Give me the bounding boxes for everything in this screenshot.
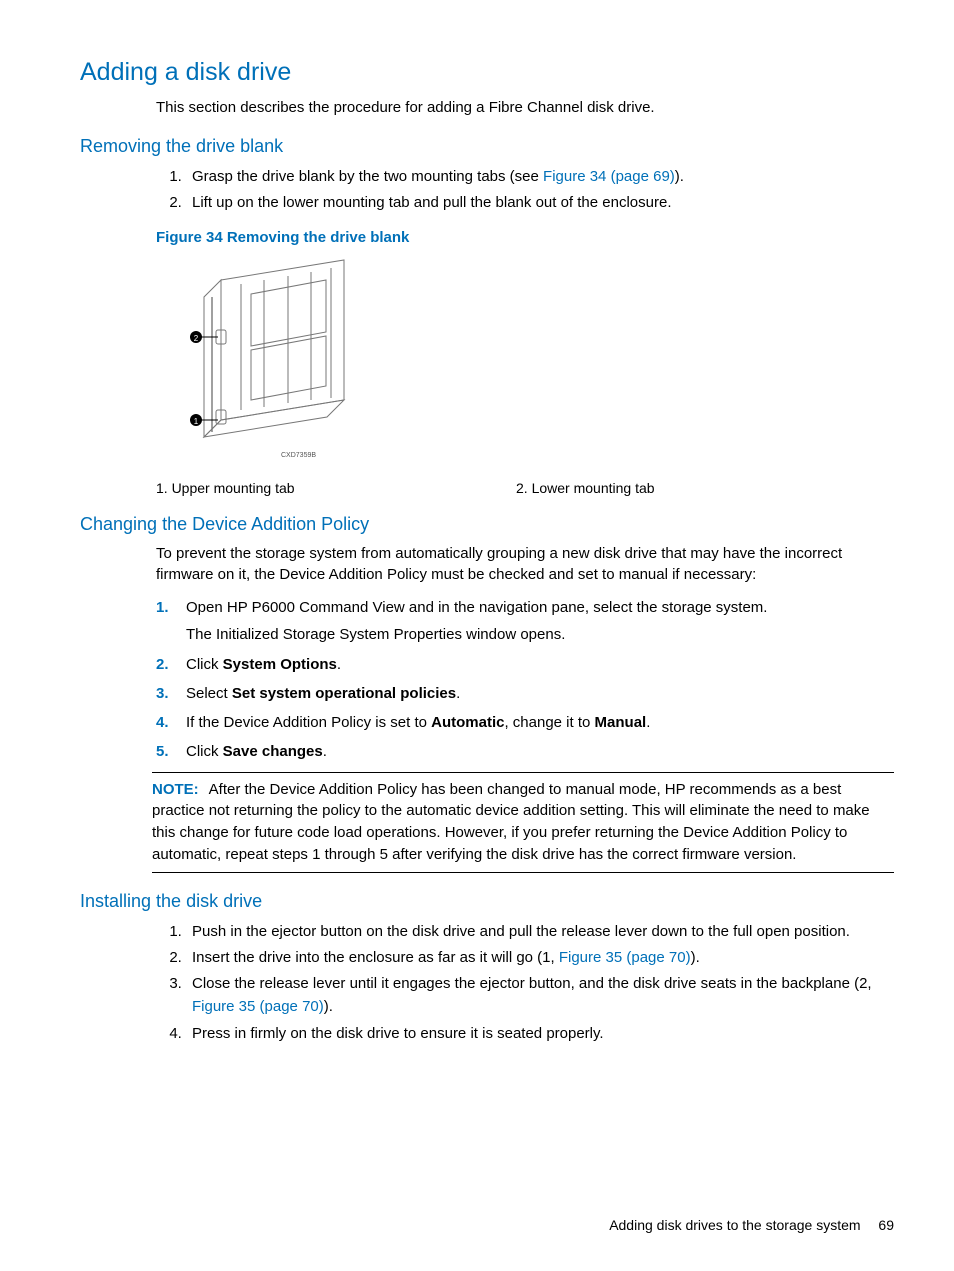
note-separator-top [152,772,894,773]
policy-step-3: Select Set system operational policies. [186,682,894,705]
note-body: After the Device Addition Policy has bee… [152,781,870,863]
footer-chapter-title: Adding disk drives to the storage system [609,1217,860,1233]
bold-term: Manual [595,714,647,731]
heading-removing-drive-blank: Removing the drive blank [80,136,894,157]
step-text: Grasp the drive blank by the two mountin… [192,168,543,185]
step-text-end: ). [675,168,684,185]
policy-step-4: If the Device Addition Policy is set to … [186,711,894,734]
heading-adding-disk-drive: Adding a disk drive [80,58,894,87]
step-text: Open HP P6000 Command View and in the na… [186,599,767,616]
note-label: NOTE: [152,781,199,798]
installing-step-2: Insert the drive into the enclosure as f… [186,946,894,969]
bold-term: System Options [223,656,337,673]
callout-1: 1. Upper mounting tab [156,480,516,496]
step-text-end: . [323,743,327,760]
figure-34: 2 1 CXD7359B [156,252,894,462]
bold-term: Automatic [431,714,504,731]
figure-35-link[interactable]: Figure 35 (page 70) [559,949,691,966]
step-subtext: The Initialized Storage System Propertie… [186,623,894,646]
callout-2: 2. Lower mounting tab [516,480,655,496]
heading-device-addition-policy: Changing the Device Addition Policy [80,514,894,535]
installing-step-3: Close the release lever until it engages… [186,972,894,1019]
removing-steps-list: Grasp the drive blank by the two mountin… [156,165,894,215]
figure-34-caption: Figure 34 Removing the drive blank [156,229,894,246]
step-text-end: ). [324,998,333,1015]
drive-blank-illustration: 2 1 CXD7359B [156,252,376,462]
figure-35-link[interactable]: Figure 35 (page 70) [192,998,324,1015]
figure-34-link[interactable]: Figure 34 (page 69) [543,168,675,185]
step-text-mid: , change it to [504,714,594,731]
note-block: NOTE:After the Device Addition Policy ha… [152,779,894,866]
step-text: Click [186,743,223,760]
step-text-end: . [456,685,460,702]
installing-step-4: Press in firmly on the disk drive to ens… [186,1022,894,1045]
policy-step-2: Click System Options. [186,653,894,676]
removing-step-1: Grasp the drive blank by the two mountin… [186,165,894,188]
step-text: Close the release lever until it engages… [192,975,872,992]
policy-step-1: Open HP P6000 Command View and in the na… [186,596,894,647]
step-text-end: . [337,656,341,673]
step-text: Insert the drive into the enclosure as f… [192,949,559,966]
installing-step-1: Push in the ejector button on the disk d… [186,920,894,943]
bold-term: Set system operational policies [232,685,456,702]
step-text-end: ). [691,949,700,966]
policy-steps-list: Open HP P6000 Command View and in the na… [156,596,894,764]
installing-steps-list: Push in the ejector button on the disk d… [156,920,894,1045]
removing-step-2: Lift up on the lower mounting tab and pu… [186,191,894,214]
step-text: Click [186,656,223,673]
bold-term: Save changes [223,743,323,760]
figure-id-label: CXD7359B [281,452,316,459]
intro-paragraph: This section describes the procedure for… [156,97,894,118]
page-number: 69 [878,1217,894,1233]
document-page: Adding a disk drive This section describ… [0,0,954,1099]
page-footer: Adding disk drives to the storage system… [609,1217,894,1233]
step-text-end: . [646,714,650,731]
note-separator-bottom [152,872,894,873]
heading-installing-disk-drive: Installing the disk drive [80,891,894,912]
policy-intro-paragraph: To prevent the storage system from autom… [156,543,894,587]
svg-text:1: 1 [194,417,199,426]
figure-34-callouts: 1. Upper mounting tab 2. Lower mounting … [156,480,894,496]
step-text: If the Device Addition Policy is set to [186,714,431,731]
step-text: Select [186,685,232,702]
svg-text:2: 2 [194,334,199,343]
policy-step-5: Click Save changes. [186,740,894,763]
